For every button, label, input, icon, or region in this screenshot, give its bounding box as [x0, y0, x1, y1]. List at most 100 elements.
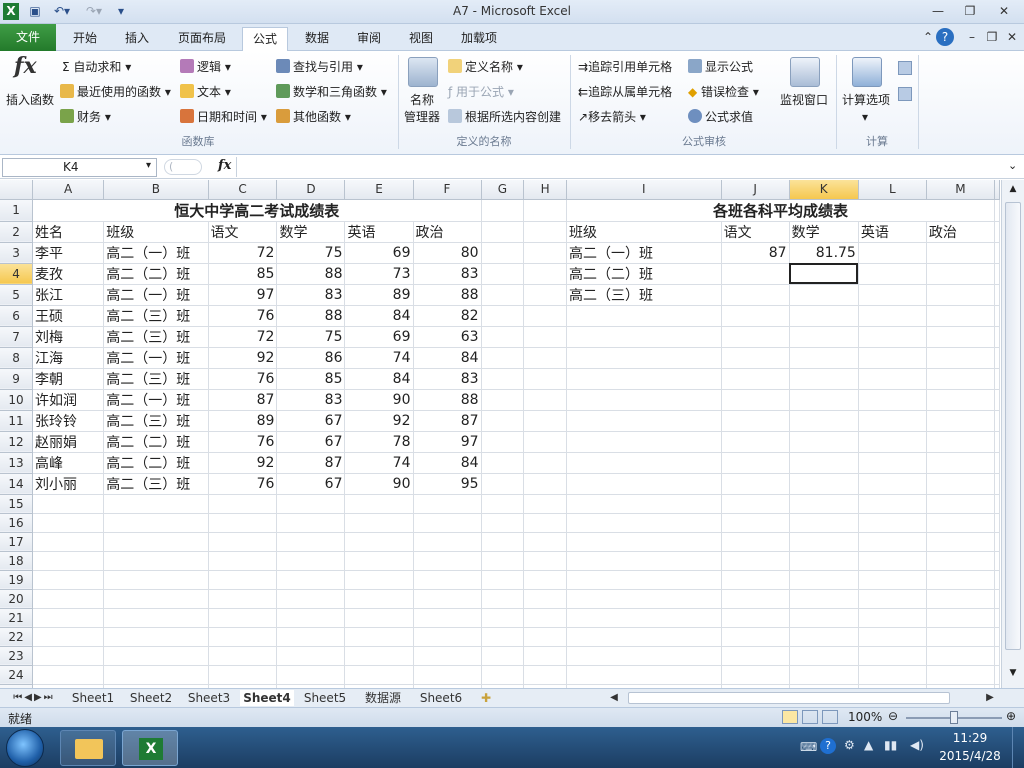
- cell[interactable]: [789, 551, 859, 571]
- row-header[interactable]: 17: [0, 532, 34, 552]
- row-header[interactable]: 5: [0, 284, 34, 306]
- cell[interactable]: [926, 242, 996, 264]
- cell[interactable]: 高二（一）班: [566, 242, 722, 264]
- cell[interactable]: [32, 570, 105, 590]
- insert-function-button[interactable]: 插入函数: [6, 91, 54, 109]
- cell[interactable]: 张玲铃: [32, 410, 105, 432]
- cell[interactable]: [32, 513, 105, 533]
- cell[interactable]: [523, 589, 568, 609]
- cell[interactable]: [566, 665, 722, 685]
- cell[interactable]: [721, 646, 790, 666]
- cell[interactable]: [276, 646, 346, 666]
- cell[interactable]: 92: [208, 452, 278, 474]
- cell[interactable]: [208, 570, 278, 590]
- show-formulas-button[interactable]: 显示公式: [688, 58, 753, 76]
- cell[interactable]: [994, 532, 1000, 552]
- cell[interactable]: 90: [344, 389, 414, 411]
- cell[interactable]: [566, 347, 722, 369]
- cell[interactable]: 67: [276, 473, 346, 495]
- cell[interactable]: [32, 532, 105, 552]
- cell[interactable]: 78: [344, 431, 414, 453]
- cell[interactable]: 英语: [858, 221, 927, 243]
- cell[interactable]: [481, 410, 525, 432]
- cell[interactable]: [32, 589, 105, 609]
- row-header[interactable]: 19: [0, 570, 34, 590]
- cell[interactable]: [994, 570, 1000, 590]
- cell[interactable]: [413, 608, 482, 628]
- sheet-tab[interactable]: Sheet1: [66, 690, 120, 706]
- cell[interactable]: [994, 665, 1000, 685]
- hscroll-left-icon[interactable]: ◀: [604, 690, 624, 706]
- doc-close-icon[interactable]: ✕: [1000, 28, 1024, 46]
- cell[interactable]: [566, 305, 722, 327]
- cell[interactable]: [994, 452, 1000, 474]
- cell[interactable]: 88: [276, 305, 346, 327]
- cell[interactable]: [721, 263, 790, 285]
- keyboard-icon[interactable]: ⌨: [800, 740, 817, 754]
- cell[interactable]: [926, 263, 996, 285]
- cell[interactable]: [481, 473, 525, 495]
- calculate-sheet-icon[interactable]: [898, 87, 912, 101]
- cell[interactable]: [481, 368, 525, 390]
- vertical-scrollbar[interactable]: ▲ ▼: [1001, 180, 1024, 688]
- cell[interactable]: [276, 627, 346, 647]
- cell[interactable]: [481, 452, 525, 474]
- cell[interactable]: [721, 494, 790, 514]
- page-layout-view-icon[interactable]: [802, 710, 818, 724]
- cell[interactable]: [523, 389, 568, 411]
- cell[interactable]: [523, 473, 568, 495]
- cell[interactable]: 高二（二）班: [566, 263, 722, 285]
- insert-sheet-icon[interactable]: ✚: [474, 690, 498, 706]
- cell[interactable]: [481, 263, 525, 285]
- cell[interactable]: [858, 665, 927, 685]
- cell[interactable]: 80: [413, 242, 482, 264]
- cell[interactable]: [721, 368, 790, 390]
- row-header[interactable]: 7: [0, 326, 34, 348]
- cell[interactable]: [721, 665, 790, 685]
- zoom-out-icon[interactable]: ⊖: [888, 709, 898, 723]
- sheet-tab[interactable]: Sheet6: [414, 690, 468, 706]
- cell[interactable]: [994, 551, 1000, 571]
- column-header[interactable]: G: [481, 180, 525, 200]
- row-header[interactable]: 12: [0, 431, 34, 453]
- cell[interactable]: [994, 284, 1000, 306]
- cell[interactable]: [994, 608, 1000, 628]
- hscroll-right-icon[interactable]: ▶: [980, 690, 1000, 706]
- cell[interactable]: 刘小丽: [32, 473, 105, 495]
- column-header[interactable]: M: [926, 180, 996, 200]
- sheet-tab[interactable]: 数据源: [356, 690, 410, 706]
- row-header[interactable]: 3: [0, 242, 34, 264]
- cell[interactable]: [344, 665, 414, 685]
- cell[interactable]: 76: [208, 473, 278, 495]
- math-button[interactable]: 数学和三角函数 ▾: [276, 83, 387, 101]
- cell[interactable]: [103, 589, 209, 609]
- remove-arrows-button[interactable]: ↗移去箭头 ▾: [578, 108, 646, 126]
- taskbar-explorer-button[interactable]: [60, 730, 116, 766]
- cell[interactable]: [566, 589, 722, 609]
- cell[interactable]: [208, 551, 278, 571]
- cell[interactable]: [481, 513, 525, 533]
- cell[interactable]: 84: [344, 305, 414, 327]
- cell[interactable]: [481, 199, 525, 222]
- fx-icon[interactable]: fx: [218, 158, 231, 173]
- sheet-tab-active[interactable]: Sheet4: [240, 690, 294, 706]
- cell[interactable]: [926, 513, 996, 533]
- autosum-button[interactable]: Σ 自动求和 ▾: [62, 58, 131, 76]
- cell[interactable]: [858, 473, 927, 495]
- cell[interactable]: [789, 431, 859, 453]
- cell[interactable]: [994, 389, 1000, 411]
- cell[interactable]: [994, 431, 1000, 453]
- cell[interactable]: [208, 532, 278, 552]
- cell[interactable]: [208, 494, 278, 514]
- cell[interactable]: [926, 389, 996, 411]
- cell[interactable]: [566, 646, 722, 666]
- cell[interactable]: [276, 589, 346, 609]
- cell[interactable]: 82: [413, 305, 482, 327]
- clock-time[interactable]: 11:29: [940, 731, 1000, 745]
- row-header[interactable]: 18: [0, 551, 34, 571]
- cell[interactable]: [858, 513, 927, 533]
- cell[interactable]: [566, 410, 722, 432]
- cell[interactable]: 83: [413, 368, 482, 390]
- cell[interactable]: 高二（二）班: [103, 431, 209, 453]
- cell[interactable]: 74: [344, 347, 414, 369]
